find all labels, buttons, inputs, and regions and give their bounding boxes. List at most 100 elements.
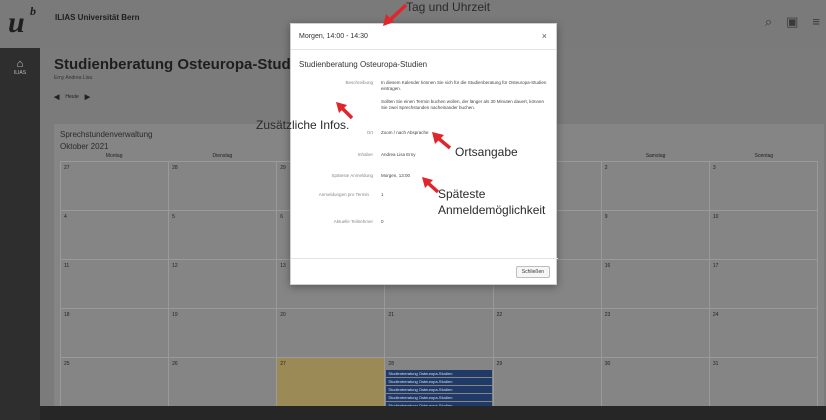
dashboard-icon: ⌂ — [16, 58, 24, 70]
calendar-day[interactable]: 28 — [169, 162, 278, 211]
prop-value: In diesem Kalender können Sie sich für d… — [381, 80, 547, 91]
calendar-day[interactable]: 31 — [709, 358, 818, 407]
prop-label: Aktuelle Teilnehmer — [333, 219, 373, 224]
day-number: 20 — [280, 312, 286, 318]
arrow-icon — [336, 102, 354, 120]
calendar-day[interactable]: 18 — [61, 309, 170, 358]
calendar-event[interactable]: Studienberatung Osteuropa-Studien — [386, 394, 492, 401]
calendar-day[interactable]: 4 — [61, 211, 170, 260]
calendar-day[interactable]: 11 — [61, 260, 170, 309]
day-number: 16 — [604, 263, 611, 269]
day-number: 31 — [712, 361, 719, 367]
calendar-event[interactable]: Studienberatung Osteuropa-Studien — [386, 378, 492, 385]
day-number: 13 — [280, 263, 286, 269]
modal-body-title: Studienberatung Osteuropa-Studien — [299, 60, 428, 69]
calendar-day[interactable]: 25 — [61, 358, 170, 407]
arrow-icon — [383, 3, 408, 26]
prop-label: Inhaber — [357, 152, 373, 157]
calendar-day[interactable]: 28 Studienberatung Osteuropa-Studien Studi… — [385, 358, 494, 417]
annotation-ortsangabe: Ortsangabe — [455, 145, 518, 159]
day-number: 10 — [712, 214, 719, 220]
calendar-event[interactable]: Studienberatung Osteuropa-Studien — [386, 370, 492, 377]
sidebar-item-ilias[interactable]: ⌂ ILIAS — [0, 58, 40, 76]
menu-icon[interactable]: ≡ — [812, 14, 820, 30]
calendar-day[interactable]: 24 — [709, 309, 818, 358]
annotation-tag-uhrzeit: Tag und Uhrzeit — [406, 0, 491, 14]
arrow-right-icon[interactable]: ▶ — [85, 93, 90, 101]
day-number: 29 — [496, 361, 503, 367]
calendar-day[interactable]: 30 — [601, 358, 710, 407]
calendar-day[interactable]: 22 — [493, 309, 602, 358]
arrow-icon — [422, 177, 440, 194]
weekday-label: Montag — [105, 153, 123, 159]
weekday-label: Dienstag — [212, 153, 233, 159]
day-number: 12 — [172, 263, 178, 269]
logo-icon[interactable]: ub — [8, 4, 44, 42]
bottom-bar — [40, 406, 826, 420]
date-navigation: ◀ Heute ▶ — [54, 93, 90, 101]
close-button[interactable]: Schließen — [515, 266, 550, 278]
panel-month: Oktober 2021 — [60, 142, 109, 151]
day-number: 24 — [712, 312, 719, 318]
page-title: Studienberatung Osteuropa-Studien — [54, 56, 313, 73]
weekday-label: Sonntag — [754, 153, 774, 159]
close-icon[interactable]: × — [542, 31, 547, 41]
calendar-day[interactable]: 19 — [169, 309, 278, 358]
day-number: 23 — [604, 312, 611, 318]
day-number: 27 — [64, 165, 70, 171]
calendar-day[interactable]: 27 — [277, 358, 386, 407]
panel-title: Sprechstundenverwaltung — [60, 130, 153, 139]
prop-label: Späteste Anmeldung — [331, 173, 373, 178]
day-number: 17 — [712, 263, 719, 269]
search-icon[interactable]: ⌕ — [765, 14, 772, 30]
prop-value: 0 — [381, 219, 384, 224]
sidebar-item-label: ILIAS — [13, 70, 27, 76]
day-number: 29 — [280, 165, 286, 171]
prop-value: Morgen, 13:00 — [381, 173, 411, 178]
notification-icon[interactable]: ▣ — [786, 14, 798, 30]
calendar-day[interactable]: 16 — [601, 260, 710, 309]
university-name: ILIAS Universität Bern — [55, 13, 140, 22]
calendar-day[interactable]: 17 — [709, 260, 818, 309]
calendar-day[interactable]: 20 — [277, 309, 386, 358]
day-number: 9 — [604, 214, 608, 220]
prop-value: Sollten Sie einen Termin buchen wollen, … — [381, 99, 545, 110]
modal-header-title: Morgen, 14:00 - 14:30 — [299, 33, 368, 40]
calendar-day[interactable]: 27 — [61, 162, 170, 211]
day-number: 27 — [280, 361, 286, 367]
calendar-day[interactable]: 9 — [601, 211, 710, 260]
calendar-day[interactable]: 12 — [169, 260, 278, 309]
arrow-icon — [432, 132, 452, 150]
annotation-spaeteste: Späteste — [438, 187, 486, 201]
sidebar: ⌂ ILIAS — [0, 48, 40, 420]
day-number: 22 — [496, 312, 503, 318]
calendar-day[interactable]: 21 — [385, 309, 494, 358]
day-number: 6 — [280, 214, 284, 220]
calendar-day[interactable]: 26 — [169, 358, 278, 407]
modal-footer: Schließen — [291, 258, 558, 284]
page-subtitle: Erny Andrea Lisa — [54, 75, 93, 81]
weekday-label: Samstag — [645, 153, 666, 159]
calendar-day[interactable]: 2 — [601, 162, 710, 211]
day-number: 4 — [64, 214, 67, 220]
day-number: 21 — [388, 312, 394, 318]
day-number: 26 — [172, 361, 178, 367]
prop-label: Anmeldungen pro Termin — [318, 192, 369, 197]
day-number: 28 — [172, 165, 178, 171]
calendar-day[interactable]: 29 — [493, 358, 602, 407]
day-number: 18 — [64, 312, 70, 318]
calendar-day[interactable]: 3 — [709, 162, 818, 211]
day-number: 19 — [172, 312, 178, 318]
calendar-event[interactable]: Studienberatung Osteuropa-Studien — [386, 386, 492, 393]
calendar-day[interactable]: 10 — [709, 211, 818, 260]
top-icons: ⌕ ▣ ≡ — [765, 14, 820, 30]
day-number: 25 — [64, 361, 70, 367]
modal-header: Morgen, 14:00 - 14:30 × — [291, 24, 556, 50]
calendar-day[interactable]: 5 — [169, 211, 278, 260]
today-button[interactable]: Heute — [65, 94, 78, 100]
calendar-day[interactable]: 23 — [601, 309, 710, 358]
prop-value: Zoom / nach Absprache — [381, 130, 429, 135]
arrow-left-icon[interactable]: ◀ — [54, 93, 59, 101]
day-number: 30 — [604, 361, 611, 367]
day-number: 5 — [172, 214, 175, 220]
